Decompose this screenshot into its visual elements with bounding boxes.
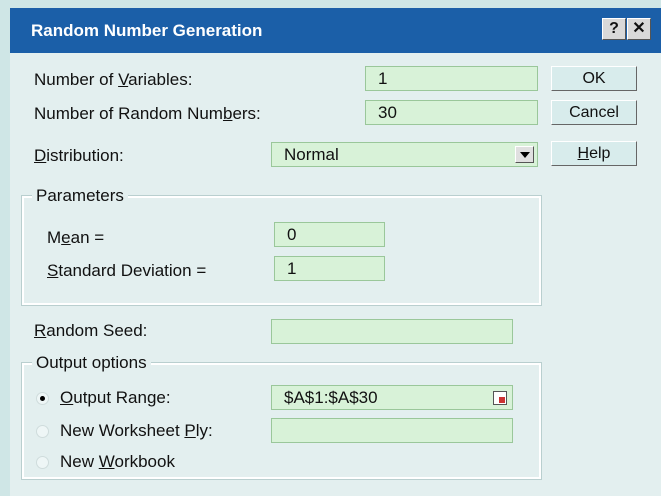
- mean-label: Mean =: [47, 228, 105, 247]
- output-options-group-title: Output options: [32, 353, 151, 373]
- close-button[interactable]: ✕: [627, 18, 651, 40]
- ok-button[interactable]: OK: [551, 66, 637, 91]
- dialog-title: Random Number Generation: [31, 21, 263, 40]
- title-bar: Random Number Generation ? ✕: [10, 8, 661, 53]
- output-range-radio[interactable]: [36, 392, 49, 405]
- number-of-random-numbers-input[interactable]: 30: [365, 100, 538, 125]
- help-button[interactable]: Help: [551, 141, 637, 166]
- new-workbook-label[interactable]: New Workbook: [60, 452, 175, 472]
- output-range-input[interactable]: $A$1:$A$30: [271, 385, 513, 410]
- number-of-variables-input[interactable]: 1: [365, 66, 538, 91]
- range-selector-icon[interactable]: [493, 391, 507, 405]
- chevron-down-icon[interactable]: [515, 146, 534, 163]
- random-number-generation-dialog: Random Number Generation ? ✕ Number of V…: [10, 8, 661, 496]
- random-seed-label: Random Seed:: [34, 321, 148, 340]
- distribution-select[interactable]: Normal: [271, 142, 538, 167]
- new-worksheet-ply-label[interactable]: New Worksheet Ply:: [60, 421, 213, 441]
- new-worksheet-ply-input[interactable]: [271, 418, 513, 443]
- parameters-group-title: Parameters: [32, 186, 128, 206]
- mean-input[interactable]: 0: [274, 222, 385, 247]
- standard-deviation-label: Standard Deviation =: [47, 261, 207, 280]
- standard-deviation-input[interactable]: 1: [274, 256, 385, 281]
- number-of-random-numbers-label: Number of Random Numbers:: [34, 104, 261, 123]
- output-range-label[interactable]: Output Range:: [60, 388, 171, 408]
- random-seed-input[interactable]: [271, 319, 513, 344]
- help-question-button[interactable]: ?: [602, 18, 626, 40]
- new-workbook-radio[interactable]: [36, 456, 49, 469]
- new-worksheet-ply-radio[interactable]: [36, 425, 49, 438]
- number-of-variables-label: Number of Variables:: [34, 70, 193, 89]
- parameters-group: [21, 195, 542, 306]
- cancel-button[interactable]: Cancel: [551, 100, 637, 125]
- distribution-label: Distribution:: [34, 146, 124, 165]
